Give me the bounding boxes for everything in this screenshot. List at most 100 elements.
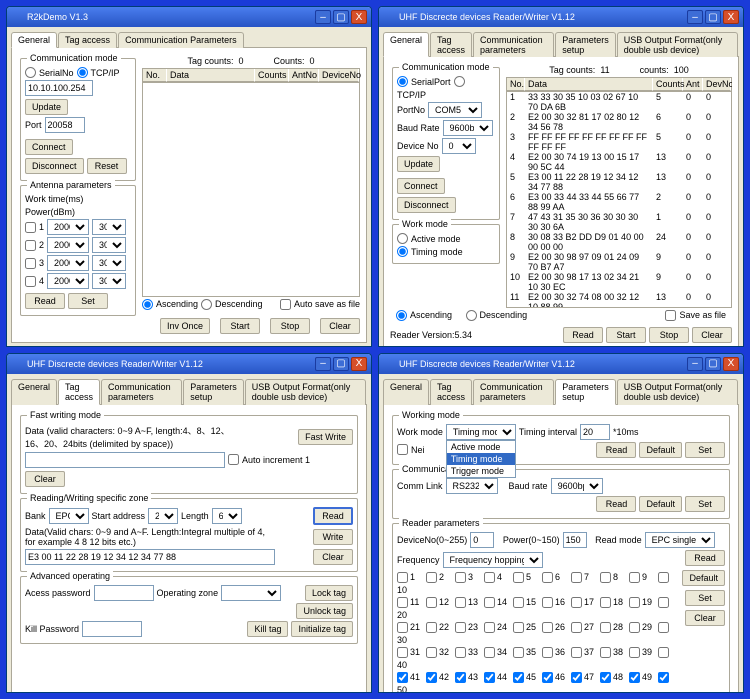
device-select[interactable]: 0 <box>442 138 476 154</box>
freq-check-32[interactable] <box>426 647 437 658</box>
wm-set-button[interactable]: Set <box>685 442 725 458</box>
freq-check-44[interactable] <box>484 672 495 683</box>
tab-comm[interactable]: Communication parameters <box>473 32 554 57</box>
descending-radio[interactable] <box>466 310 477 321</box>
timing-radio[interactable] <box>397 246 408 257</box>
minimize-icon[interactable]: – <box>687 10 703 24</box>
baud-select[interactable]: 9600bps <box>551 478 603 494</box>
freq-check-28[interactable] <box>600 622 611 633</box>
freq-check-5[interactable] <box>513 572 524 583</box>
freq-check-42[interactable] <box>426 672 437 683</box>
tcpip-radio[interactable] <box>454 76 465 87</box>
freq-check-30[interactable] <box>658 622 669 633</box>
freq-check-26[interactable] <box>542 622 553 633</box>
rp-read-button[interactable]: Read <box>685 550 725 566</box>
freq-check-13[interactable] <box>455 597 466 608</box>
freq-check-50[interactable] <box>658 672 669 683</box>
freq-check-14[interactable] <box>484 597 495 608</box>
ant-check-3[interactable] <box>25 258 36 269</box>
freq-check-38[interactable] <box>600 647 611 658</box>
ant-power-select[interactable]: 30 <box>92 237 126 253</box>
table-row[interactable]: 11E2 00 30 32 74 08 00 32 12 10 88 99130… <box>507 292 731 308</box>
freq-check-22[interactable] <box>426 622 437 633</box>
close-icon[interactable]: X <box>723 357 739 371</box>
ant-read-button[interactable]: Read <box>25 293 65 309</box>
freq-check-47[interactable] <box>571 672 582 683</box>
freq-check-29[interactable] <box>629 622 640 633</box>
opt-trigger[interactable]: Trigger mode <box>447 465 515 477</box>
table-row[interactable]: 2E2 00 30 32 81 17 02 80 12 34 56 78600 <box>507 112 731 132</box>
auto-incr-check[interactable] <box>228 454 239 465</box>
ant-power-select[interactable]: 30 <box>92 273 126 289</box>
close-icon[interactable]: X <box>351 357 367 371</box>
freq-check-45[interactable] <box>513 672 524 683</box>
workmode-dropdown[interactable]: Active mode Timing mode Trigger mode <box>446 440 516 478</box>
ant-check-1[interactable] <box>25 222 36 233</box>
kill-button[interactable]: Kill tag <box>247 621 288 637</box>
minimize-icon[interactable]: – <box>315 10 331 24</box>
port-select[interactable]: COM5 <box>428 102 482 118</box>
length-select[interactable]: 6 <box>212 508 242 524</box>
table-row[interactable]: 4E2 00 30 74 19 13 00 15 17 90 5C 441300 <box>507 152 731 172</box>
stop-button[interactable]: Stop <box>270 318 310 334</box>
freq-check-11[interactable] <box>397 597 408 608</box>
inv-once-button[interactable]: Inv Once <box>160 318 210 334</box>
freq-check-12[interactable] <box>426 597 437 608</box>
freq-check-35[interactable] <box>513 647 524 658</box>
freq-check-37[interactable] <box>571 647 582 658</box>
freq-check-23[interactable] <box>455 622 466 633</box>
interval-field[interactable] <box>580 424 610 440</box>
tab-usb[interactable]: USB Output Format(only double usb device… <box>617 379 738 405</box>
table-row[interactable]: 3FF FF FF FF FF FF FF FF FF FF FF FF500 <box>507 132 731 152</box>
minimize-icon[interactable]: – <box>315 357 331 371</box>
tab-comm-params[interactable]: Communication Parameters <box>118 32 244 48</box>
zone-clear-button[interactable]: Clear <box>313 549 353 565</box>
tab-comm[interactable]: Communication parameters <box>473 379 554 405</box>
freq-check-48[interactable] <box>600 672 611 683</box>
opt-active[interactable]: Active mode <box>447 441 515 453</box>
maximize-icon[interactable]: ▢ <box>333 10 349 24</box>
freq-check-41[interactable] <box>397 672 408 683</box>
freq-check-20[interactable] <box>658 597 669 608</box>
unlock-button[interactable]: Unlock tag <box>296 603 353 619</box>
serial-radio[interactable] <box>25 67 36 78</box>
maximize-icon[interactable]: ▢ <box>705 357 721 371</box>
zone-read-button[interactable]: Read <box>313 507 353 525</box>
ant-time-select[interactable]: 2000 <box>47 255 89 271</box>
freq-check-21[interactable] <box>397 622 408 633</box>
freq-check-1[interactable] <box>397 572 408 583</box>
freq-check-8[interactable] <box>600 572 611 583</box>
fast-data-field[interactable] <box>25 452 225 468</box>
freq-check-25[interactable] <box>513 622 524 633</box>
fast-write-button[interactable]: Fast Write <box>298 429 353 445</box>
disconnect-button[interactable]: Disconnect <box>25 158 84 174</box>
devno-field[interactable] <box>470 532 494 548</box>
freq-select[interactable]: Frequency hopping <box>443 552 543 568</box>
ant-power-select[interactable]: 30 <box>92 219 126 235</box>
clear-button[interactable]: Clear <box>320 318 360 334</box>
freq-check-2[interactable] <box>426 572 437 583</box>
ant-check-2[interactable] <box>25 240 36 251</box>
close-icon[interactable]: X <box>723 10 739 24</box>
freq-check-33[interactable] <box>455 647 466 658</box>
tab-params[interactable]: Parameters setup <box>555 379 616 405</box>
maximize-icon[interactable]: ▢ <box>333 357 349 371</box>
tab-params[interactable]: Parameters setup <box>183 379 244 405</box>
workmode-select[interactable]: Timing mode <box>446 424 516 440</box>
ascending-radio[interactable] <box>142 299 153 310</box>
maximize-icon[interactable]: ▢ <box>705 10 721 24</box>
save-check[interactable] <box>665 310 676 321</box>
freq-check-18[interactable] <box>600 597 611 608</box>
ascending-radio[interactable] <box>396 310 407 321</box>
table-row[interactable]: 6E3 00 33 44 33 44 55 66 77 88 99 AA200 <box>507 192 731 212</box>
table-row[interactable]: 10E2 00 30 98 17 13 02 34 21 10 30 EC900 <box>507 272 731 292</box>
rp-set-button[interactable]: Set <box>685 590 725 606</box>
ant-set-button[interactable]: Set <box>68 293 108 309</box>
tab-general[interactable]: General <box>383 32 429 57</box>
cm-default-button[interactable]: Default <box>639 496 682 512</box>
close-icon[interactable]: X <box>351 10 367 24</box>
nei-check[interactable] <box>397 444 408 455</box>
freq-check-6[interactable] <box>542 572 553 583</box>
freq-check-43[interactable] <box>455 672 466 683</box>
access-pw-field[interactable] <box>94 585 154 601</box>
